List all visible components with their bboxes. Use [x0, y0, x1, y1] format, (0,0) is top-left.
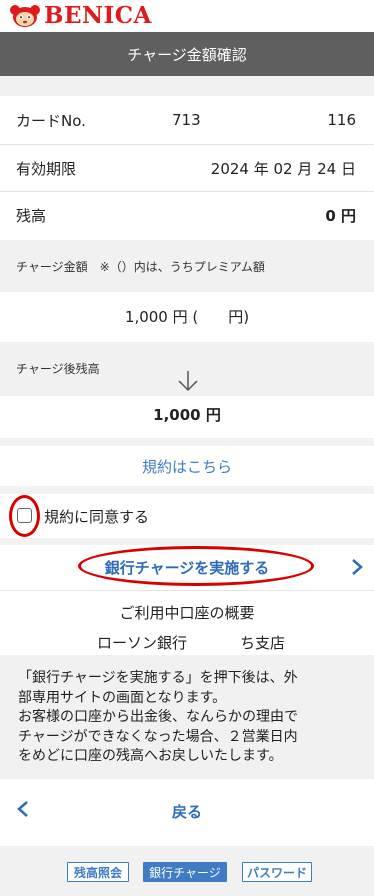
page-title-bar: チャージ金額確認: [0, 32, 374, 76]
charge-section-header: チャージ金額 ※（）内は、うちプレミアム額: [0, 240, 374, 292]
tab-bank-charge[interactable]: 銀行チャージ: [143, 862, 227, 882]
balance-row: 残高 0 円: [0, 192, 374, 238]
agree-label[interactable]: 規約に同意する: [44, 506, 149, 527]
logo: BENICA: [8, 4, 152, 28]
tab-label[interactable]: パスワード: [247, 864, 307, 881]
spacer: [0, 76, 374, 96]
terms-link-label[interactable]: 規約はこちら: [142, 456, 232, 477]
branch-name: ち支店: [240, 633, 286, 652]
bank-charge-button[interactable]: 銀行チャージを実施する: [0, 545, 374, 589]
divider: [0, 590, 374, 591]
page-title: チャージ金額確認: [127, 45, 247, 64]
account-title: ご利用中口座の概要: [119, 604, 255, 622]
after-balance-amount: 1,000 円: [153, 406, 221, 424]
after-balance-label: チャージ後残高: [16, 362, 100, 376]
tab-label[interactable]: 銀行チャージ: [149, 864, 221, 881]
bank-name: ローソン銀行: [97, 633, 188, 652]
app-header: BENICA: [0, 0, 374, 32]
brand-name: BENICA: [44, 2, 152, 29]
card-number-row: カードNo. 713 116: [0, 96, 374, 144]
tab-password[interactable]: パスワード: [242, 862, 312, 882]
agree-terms-row[interactable]: 規約に同意する: [0, 494, 374, 538]
expiry-row: 有効期限 2024 年 02 月 24 日: [0, 145, 374, 191]
account-row: ローソン銀行 ち支店: [0, 630, 374, 654]
notice-line: 「銀行チャージを実施する」を押下後は、外: [18, 670, 298, 686]
expiry-value: 2024 年 02 月 24 日: [210, 159, 356, 178]
card-number-part2: 116: [327, 111, 356, 129]
chevron-right-icon[interactable]: [350, 558, 364, 576]
notice-line: チャージができなくなった場合、２営業日内: [18, 728, 298, 745]
annotation-circle: [9, 495, 40, 537]
tab-balance-inquiry[interactable]: 残高照会: [67, 862, 129, 882]
back-button[interactable]: 戻る: [0, 786, 374, 834]
notice-line: 部専用サイトの画面となります。: [18, 689, 227, 706]
balance-label: 残高: [16, 206, 47, 225]
balance-value: 0 円: [325, 206, 356, 225]
spacer: [0, 538, 374, 545]
terms-link[interactable]: 規約はこちら: [0, 446, 374, 486]
footer-nav: 残高照会 銀行チャージ パスワード: [0, 846, 374, 896]
spacer: [0, 438, 374, 446]
mascot-icon: [10, 5, 40, 27]
card-number-part1: 713: [172, 111, 201, 129]
charge-section-label: チャージ金額 ※（）内は、うちプレミアム額: [16, 259, 265, 274]
bank-charge-label[interactable]: 銀行チャージを実施する: [0, 557, 374, 578]
notice-line: をめどに口座の残高へお戻しいたします。: [18, 748, 283, 764]
arrow-down-icon: [178, 371, 198, 392]
spacer: [0, 486, 374, 494]
notice-box: 「銀行チャージを実施する」を押下後は、外 部専用サイトの画面となります。 お客様…: [0, 655, 374, 779]
expiry-label: 有効期限: [16, 159, 77, 178]
tab-label[interactable]: 残高照会: [74, 864, 122, 881]
card-number-label: カードNo.: [16, 111, 86, 130]
notice-line: お客様の口座から出金後、なんらかの理由で: [18, 709, 298, 725]
charge-amount: 1,000 円 ( 円): [124, 308, 250, 326]
back-label[interactable]: 戻る: [0, 801, 374, 822]
